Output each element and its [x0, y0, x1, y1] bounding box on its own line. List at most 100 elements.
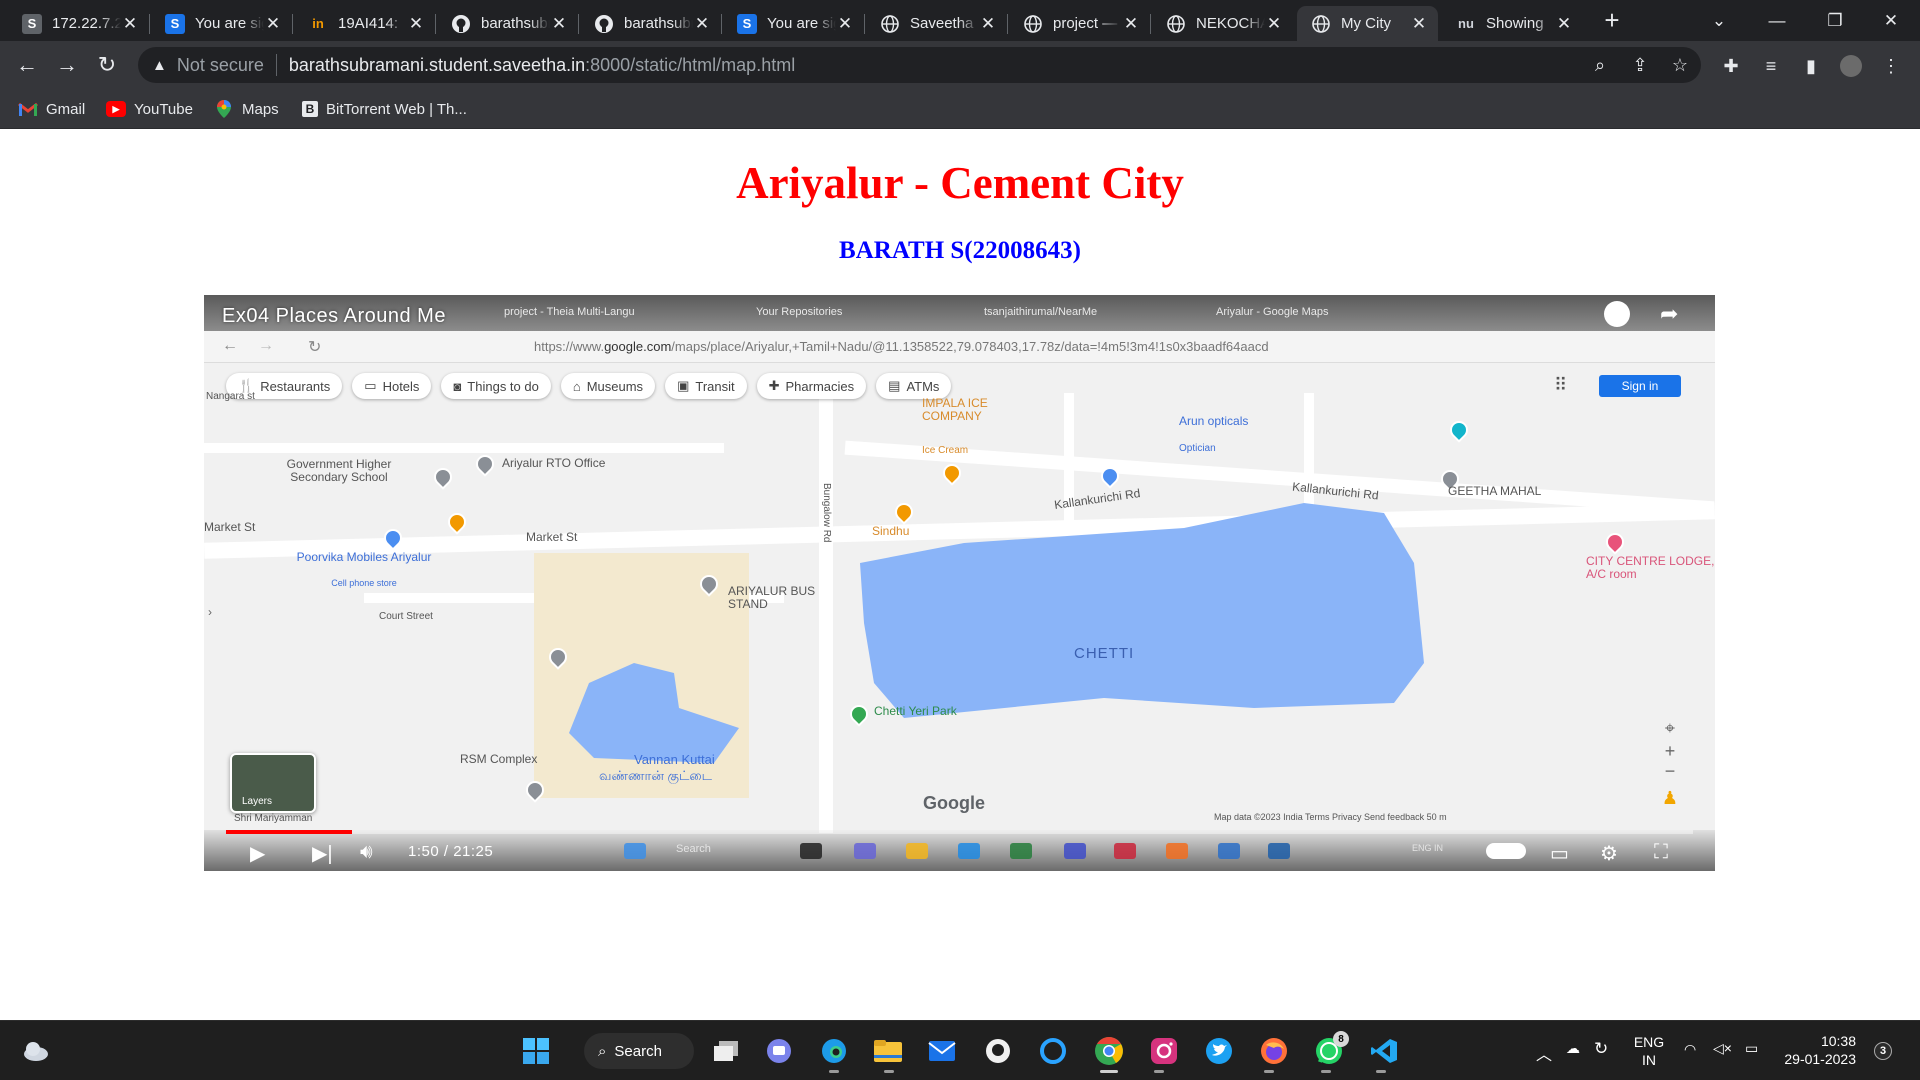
video-title[interactable]: Ex04 Places Around Me	[222, 305, 446, 328]
map-label[interactable]: Chetti Yeri Park	[874, 704, 957, 718]
tab-9[interactable]: NEKOCHAN ✕	[1152, 6, 1293, 41]
watch-later-icon[interactable]	[1604, 301, 1630, 327]
tab-7[interactable]: Saveetha ✕	[866, 6, 1008, 41]
profile-avatar[interactable]	[1840, 55, 1862, 77]
bookmark-youtube[interactable]: ▶ YouTube	[106, 97, 193, 121]
close-icon[interactable]: ✕	[121, 14, 139, 34]
map-label[interactable]: Optician	[1179, 443, 1216, 454]
video-player[interactable]: Ex04 Places Around Me project - Theia Mu…	[204, 295, 1715, 871]
back-icon[interactable]: ←	[11, 49, 43, 81]
warning-icon[interactable]: ▲	[152, 57, 167, 74]
next-icon[interactable]: ▶|	[312, 841, 333, 866]
close-icon[interactable]: ✕	[979, 14, 997, 34]
tab-1[interactable]: S 172.22.7.2 ✕	[8, 6, 150, 41]
minimize-button[interactable]: —	[1748, 0, 1806, 41]
close-icon[interactable]: ✕	[1122, 14, 1140, 34]
sign-in-button[interactable]: Sign in	[1599, 375, 1681, 397]
bookmark-bittorrent[interactable]: B BitTorrent Web | Th...	[302, 97, 467, 121]
tab-4[interactable]: barathsubra ✕	[437, 6, 579, 41]
twitter-icon[interactable]	[1203, 1035, 1235, 1067]
notification-badge[interactable]: 3	[1874, 1042, 1892, 1060]
map-label[interactable]: Sindhu	[872, 524, 909, 538]
chip-pharmacies[interactable]: ✚ Pharmacies	[756, 373, 867, 399]
apps-grid-icon[interactable]: ⠿	[1554, 375, 1567, 396]
speaker-muted-icon[interactable]: ◁×	[1713, 1040, 1732, 1057]
close-icon[interactable]: ✕	[1410, 14, 1428, 34]
extensions-icon[interactable]: ✚	[1720, 55, 1742, 77]
restore-button[interactable]: ❐	[1806, 0, 1864, 41]
tab-8[interactable]: project — ✕	[1009, 6, 1151, 41]
bookmark-maps[interactable]: Maps	[214, 97, 279, 121]
taskbar-search[interactable]: ⌕ Search	[584, 1033, 694, 1069]
map-label[interactable]: GEETHA MAHAL	[1448, 484, 1541, 498]
vscode-icon[interactable]	[1368, 1035, 1400, 1067]
instagram-icon[interactable]	[1148, 1035, 1180, 1067]
autoplay-toggle[interactable]	[1486, 843, 1526, 859]
show-hidden-icons-icon[interactable]: ︿	[1536, 1041, 1552, 1065]
sync-icon[interactable]: ↻	[1594, 1039, 1608, 1059]
close-icon[interactable]: ✕	[550, 14, 568, 34]
side-panel-icon[interactable]: ▮	[1800, 55, 1822, 77]
chip-things-to-do[interactable]: ◙ Things to do	[441, 373, 551, 399]
share-icon[interactable]: ⇪	[1629, 54, 1651, 76]
tab-3[interactable]: in 19AI414: ✕	[294, 6, 436, 41]
map-label[interactable]: Arun opticals	[1179, 414, 1248, 428]
share-icon[interactable]: ➦	[1660, 301, 1678, 327]
tab-2[interactable]: S You are signed ✕	[151, 6, 293, 41]
file-explorer-icon[interactable]	[872, 1035, 904, 1067]
bookmark-gmail[interactable]: Gmail	[18, 97, 85, 121]
wifi-icon[interactable]: ◠	[1684, 1041, 1696, 1058]
mail-icon[interactable]	[926, 1035, 958, 1067]
teams-chat-icon[interactable]	[763, 1035, 795, 1067]
layers-button[interactable]: Layers	[230, 753, 316, 813]
google-map[interactable]: 🍴 Restaurants ▭ Hotels ◙ Things to do ⌂ Muse…	[204, 363, 1715, 833]
weather-icon[interactable]	[20, 1035, 52, 1067]
chip-hotels[interactable]: ▭ Hotels	[352, 373, 432, 399]
tab-my-city[interactable]: My City ✕	[1297, 6, 1438, 41]
chip-transit[interactable]: ▣ Transit	[665, 373, 747, 399]
task-view-icon[interactable]	[710, 1035, 742, 1067]
edge-icon[interactable]	[818, 1035, 850, 1067]
close-icon[interactable]: ✕	[1555, 14, 1573, 34]
reload-icon[interactable]: ↻	[91, 49, 123, 81]
chip-museums[interactable]: ⌂ Museums	[560, 373, 656, 399]
language-indicator[interactable]: ENG IN	[1633, 1033, 1665, 1069]
media-icon[interactable]: ≡	[1760, 55, 1782, 77]
tab-11[interactable]: nu Showing ✕	[1442, 6, 1583, 41]
video-progress-bar[interactable]	[226, 830, 1693, 834]
zoom-in-icon[interactable]: +	[1655, 741, 1685, 762]
forward-icon[interactable]: →	[51, 49, 83, 81]
pegman-icon[interactable]: ♟	[1655, 788, 1685, 809]
map-label[interactable]: IMPALA ICE COMPANY	[922, 396, 1032, 423]
start-icon[interactable]	[520, 1035, 552, 1067]
map-label[interactable]: Government Higher Secondary School	[264, 457, 414, 484]
collapse-panel-icon[interactable]: ›	[208, 605, 212, 619]
tab-5[interactable]: barathsubra ✕	[580, 6, 722, 41]
map-label[interactable]: ARIYALUR BUS STAND	[728, 584, 828, 611]
map-label[interactable]: Ice Cream	[922, 445, 968, 456]
github-desktop-icon[interactable]	[982, 1035, 1014, 1067]
address-bar[interactable]: ▲ Not secure barathsubramani.student.sav…	[138, 47, 1701, 83]
close-icon[interactable]: ✕	[1265, 14, 1283, 34]
battery-icon[interactable]: ▭	[1745, 1040, 1758, 1057]
menu-kebab-icon[interactable]: ⋮	[1880, 55, 1902, 77]
close-icon[interactable]: ✕	[836, 14, 854, 34]
close-icon[interactable]: ✕	[693, 14, 711, 34]
map-label[interactable]: Poorvika Mobiles Ariyalur	[294, 550, 434, 564]
zoom-out-icon[interactable]: −	[1655, 761, 1685, 782]
security-label[interactable]: Not secure	[177, 55, 264, 76]
new-tab-button[interactable]: +	[1598, 6, 1626, 34]
tab-6[interactable]: S You are signed ✕	[723, 6, 865, 41]
subtitles-icon[interactable]: ▭	[1550, 841, 1569, 866]
zoom-icon[interactable]: ⌕	[1589, 54, 1611, 76]
cortana-icon[interactable]	[1037, 1035, 1069, 1067]
clock[interactable]: 10:38 29-01-2023	[1776, 1032, 1856, 1068]
chrome-icon[interactable]	[1093, 1035, 1125, 1067]
map-label[interactable]: Ariyalur RTO Office	[502, 456, 605, 470]
map-label[interactable]: RSM Complex	[460, 752, 537, 766]
map-label[interactable]: CITY CENTRE LODGE, A/C room	[1586, 554, 1715, 581]
close-icon[interactable]: ✕	[264, 14, 282, 34]
tab-search-icon[interactable]: ⌄	[1690, 0, 1748, 41]
onedrive-icon[interactable]: ☁	[1566, 1040, 1580, 1057]
play-icon[interactable]: ▶	[250, 841, 265, 866]
